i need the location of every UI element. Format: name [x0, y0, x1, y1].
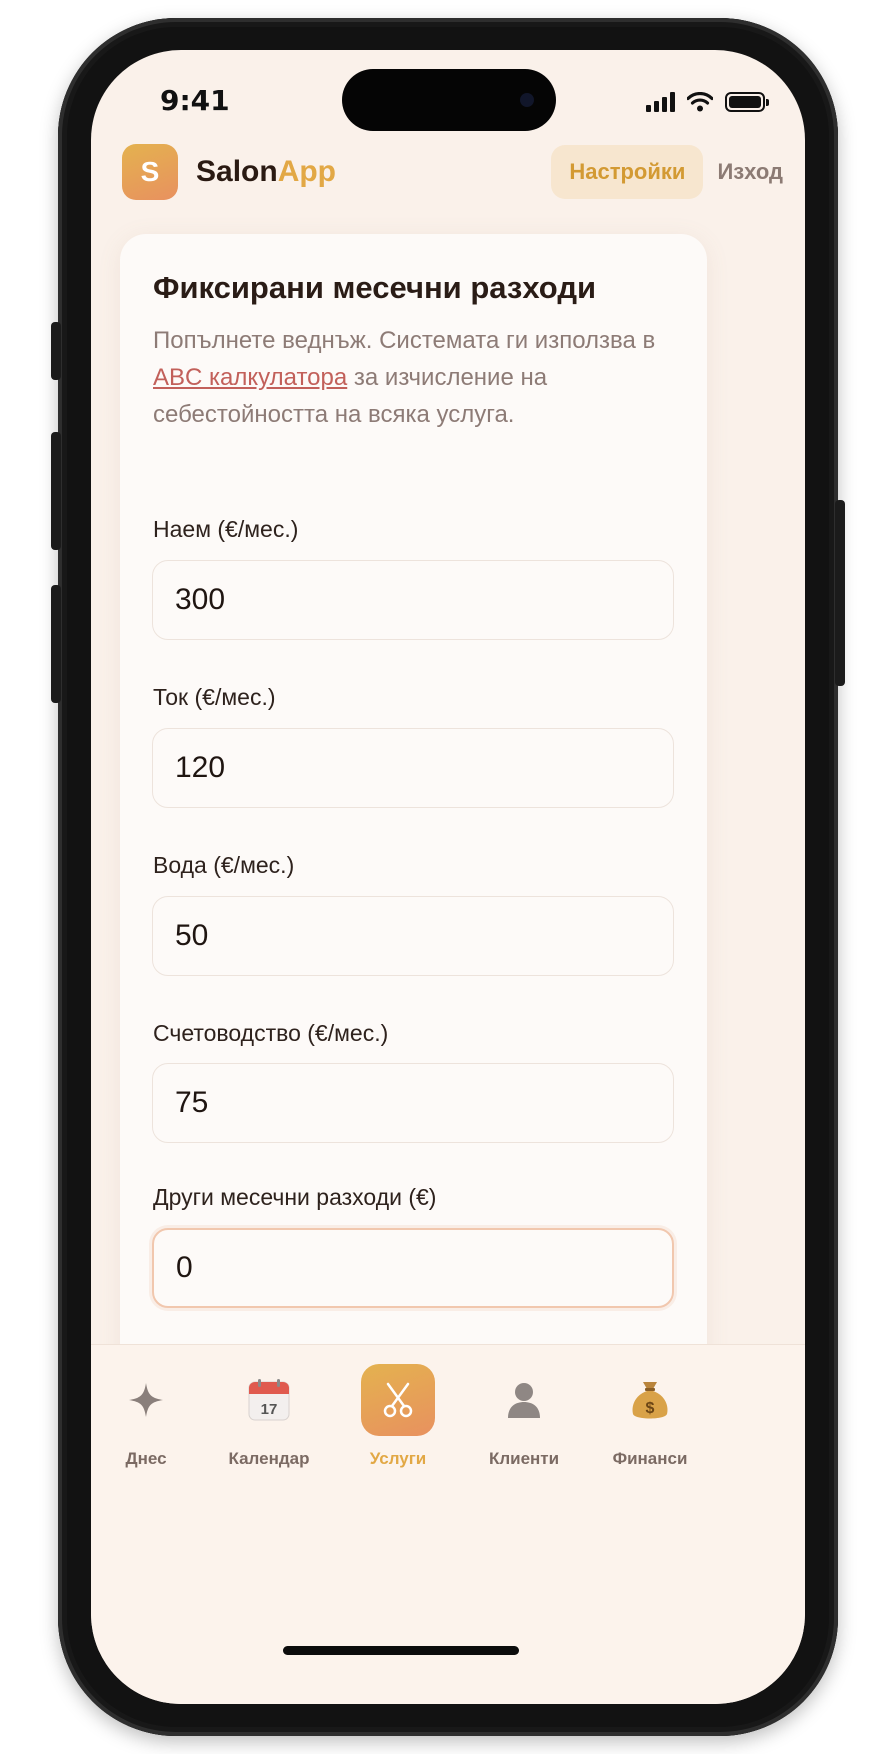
other-costs-input[interactable]	[152, 1228, 674, 1308]
logout-button[interactable]: Изход	[717, 159, 783, 185]
brand-part-salon: Salon	[196, 155, 278, 188]
screen: 9:41 S SalonApp Настройки Изход Фиксиран…	[91, 50, 805, 1704]
tab-calendar[interactable]: 17 Календар	[204, 1355, 334, 1469]
tab-finance[interactable]: $ Финанси	[585, 1355, 715, 1469]
active-tab-pill	[361, 1364, 435, 1436]
rent-label: Наем (€/мес.)	[153, 516, 299, 542]
tab-today-label: Днес	[125, 1449, 167, 1468]
calendar-icon-day: 17	[261, 1401, 278, 1418]
tab-services-label: Услуги	[369, 1449, 427, 1468]
rent-input[interactable]	[152, 560, 674, 640]
fixed-costs-card: Фиксирани месечни разходи Попълнете ведн…	[120, 234, 707, 1394]
status-time: 9:41	[160, 84, 230, 117]
electricity-label: Ток (€/мес.)	[153, 684, 276, 710]
calendar-icon: 17	[248, 1379, 290, 1421]
accounting-input[interactable]	[152, 1063, 674, 1143]
other-costs-label: Други месечни разходи (€)	[153, 1184, 437, 1210]
water-label: Вода (€/мес.)	[153, 852, 295, 878]
wifi-icon	[687, 92, 713, 112]
card-title: Фиксирани месечни разходи	[153, 270, 597, 305]
tab-calendar-label: Календар	[228, 1449, 310, 1468]
description-text-start: Попълнете веднъж. Системата ги използва …	[153, 327, 656, 354]
power-button	[835, 500, 845, 686]
electricity-input[interactable]	[152, 728, 674, 808]
brand-part-app: App	[277, 155, 337, 188]
dynamic-island	[342, 69, 556, 131]
app-logo[interactable]: S	[122, 144, 178, 200]
accounting-label: Счетоводство (€/мес.)	[153, 1020, 389, 1046]
person-icon	[508, 1383, 540, 1418]
money-bag-icon: $	[632, 1382, 668, 1419]
card-description: Попълнете веднъж. Системата ги използва …	[153, 322, 673, 433]
water-input[interactable]	[152, 896, 674, 976]
volume-down-button	[51, 585, 61, 703]
signal-icon	[646, 92, 675, 112]
battery-icon	[725, 92, 769, 112]
tab-finance-label: Финанси	[612, 1449, 688, 1468]
tab-today[interactable]: Днес	[91, 1355, 211, 1469]
volume-up-button	[51, 432, 61, 550]
app-header: S SalonApp Настройки Изход	[122, 142, 783, 202]
sparkle-icon	[129, 1383, 163, 1417]
status-icons	[646, 90, 769, 114]
money-bag-symbol: $	[646, 1400, 655, 1417]
tab-clients[interactable]: Клиенти	[459, 1355, 589, 1469]
settings-button[interactable]: Настройки	[551, 145, 704, 199]
brand-name: SalonApp	[196, 155, 336, 189]
tab-clients-label: Клиенти	[488, 1449, 560, 1468]
silent-switch	[51, 322, 61, 380]
scissors-icon	[383, 1382, 413, 1418]
abc-calculator-link[interactable]: ABC калкулатора	[153, 364, 347, 391]
home-indicator	[283, 1646, 519, 1655]
tab-services[interactable]: Услуги	[333, 1355, 463, 1469]
